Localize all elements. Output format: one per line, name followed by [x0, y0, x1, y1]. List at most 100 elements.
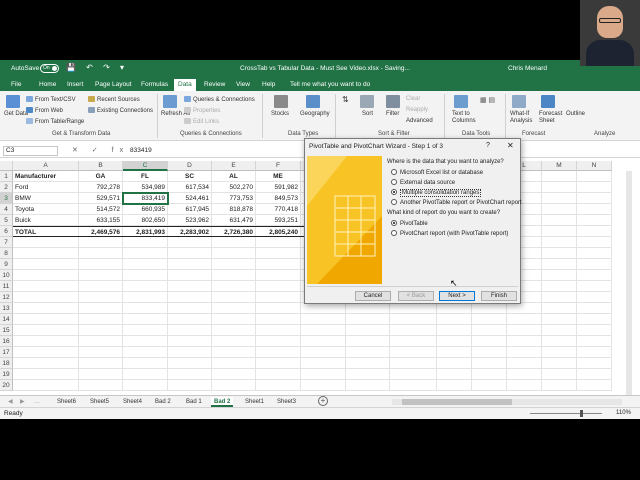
grid-cell[interactable]: [346, 303, 390, 314]
sheet-tab-active[interactable]: Bad 2: [211, 397, 234, 407]
grid-cell[interactable]: [301, 369, 346, 380]
back-button[interactable]: < Back: [398, 291, 434, 301]
grid-cell[interactable]: [256, 347, 301, 358]
grid-cell[interactable]: [577, 325, 612, 336]
grid-cell[interactable]: [390, 380, 437, 391]
text-to-columns-button[interactable]: Text to Columns: [452, 111, 476, 125]
column-header[interactable]: M: [542, 161, 577, 171]
grid-cell[interactable]: [212, 259, 256, 270]
row-header[interactable]: 13: [0, 303, 13, 314]
grid-cell[interactable]: [13, 281, 79, 292]
geography-button[interactable]: Geography: [300, 111, 330, 117]
grid-cell[interactable]: [577, 204, 612, 215]
grid-cell[interactable]: [390, 347, 437, 358]
grid-cell[interactable]: [507, 314, 542, 325]
grid-cell[interactable]: [390, 336, 437, 347]
grid-cell[interactable]: [301, 303, 346, 314]
grid-cell[interactable]: [346, 336, 390, 347]
row-header[interactable]: 4: [0, 204, 13, 215]
clear-button[interactable]: Clear: [406, 96, 420, 102]
grid-cell[interactable]: [301, 347, 346, 358]
grid-cell[interactable]: [168, 336, 212, 347]
grid-cell[interactable]: [577, 380, 612, 391]
edit-links-button[interactable]: Edit Links: [184, 118, 219, 125]
column-header[interactable]: F: [256, 161, 301, 171]
grid-cell[interactable]: [256, 314, 301, 325]
grid-cell[interactable]: [256, 281, 301, 292]
data-cell[interactable]: 593,251: [256, 215, 301, 226]
grid-cell[interactable]: [212, 347, 256, 358]
grid-cell[interactable]: [301, 380, 346, 391]
grid-cell[interactable]: [79, 358, 123, 369]
grid-cell[interactable]: [577, 358, 612, 369]
vertical-scrollbar[interactable]: [626, 171, 632, 395]
grid-cell[interactable]: [507, 369, 542, 380]
option-another-pivot[interactable]: Another PivotTable report or PivotChart …: [391, 199, 522, 206]
grid-cell[interactable]: [13, 347, 79, 358]
grid-cell[interactable]: [79, 248, 123, 259]
grid-cell[interactable]: [437, 358, 472, 369]
more-sheets-icon[interactable]: …: [34, 397, 40, 407]
grid-cell[interactable]: [542, 358, 577, 369]
grid-cell[interactable]: [542, 314, 577, 325]
column-header[interactable]: D: [168, 161, 212, 171]
existing-connections-button[interactable]: Existing Connections: [88, 107, 153, 114]
grid-cell[interactable]: [437, 369, 472, 380]
grid-cell[interactable]: [301, 358, 346, 369]
grid-cell[interactable]: [577, 314, 612, 325]
grid-cell[interactable]: [79, 237, 123, 248]
tab-insert[interactable]: Insert: [67, 81, 83, 88]
grid-cell[interactable]: [212, 380, 256, 391]
scrollbar-thumb[interactable]: [402, 399, 512, 405]
help-button[interactable]: ?: [486, 142, 490, 149]
grid-cell[interactable]: [346, 369, 390, 380]
column-header[interactable]: N: [577, 161, 612, 171]
data-cell[interactable]: 524,461: [168, 193, 212, 204]
data-cell[interactable]: 818,878: [212, 204, 256, 215]
grid-cell[interactable]: [542, 303, 577, 314]
grid-cell[interactable]: [212, 358, 256, 369]
data-cell[interactable]: 660,935: [123, 204, 168, 215]
row-header[interactable]: 14: [0, 314, 13, 325]
grid-cell[interactable]: [212, 314, 256, 325]
tell-me-search[interactable]: Tell me what you want to do: [290, 81, 370, 88]
row-header[interactable]: 17: [0, 347, 13, 358]
grid-cell[interactable]: [79, 336, 123, 347]
grid-cell[interactable]: [168, 259, 212, 270]
next-button[interactable]: Next >: [439, 291, 475, 301]
grid-cell[interactable]: [346, 325, 390, 336]
grid-cell[interactable]: [123, 270, 168, 281]
grid-cell[interactable]: [123, 314, 168, 325]
grid-cell[interactable]: [472, 358, 507, 369]
grid-cell[interactable]: [168, 347, 212, 358]
grid-cell[interactable]: [123, 347, 168, 358]
grid-cell[interactable]: [301, 325, 346, 336]
data-cell[interactable]: 617,534: [168, 182, 212, 193]
row-header[interactable]: 1: [0, 171, 13, 182]
grid-cell[interactable]: [346, 314, 390, 325]
row-header[interactable]: 11: [0, 281, 13, 292]
column-header[interactable]: B: [79, 161, 123, 171]
header-cell[interactable]: AL: [212, 171, 256, 182]
tab-file[interactable]: File: [11, 81, 21, 88]
grid-cell[interactable]: [168, 292, 212, 303]
cancel-button[interactable]: Cancel: [355, 291, 391, 301]
grid-cell[interactable]: [168, 358, 212, 369]
reapply-button[interactable]: Reapply: [406, 107, 428, 113]
grid-cell[interactable]: [79, 281, 123, 292]
properties-button[interactable]: Properties: [184, 107, 220, 114]
data-cell[interactable]: 523,962: [168, 215, 212, 226]
quick-access-toolbar[interactable]: 💾 ↶ ↷ ▾: [66, 63, 128, 72]
grid-cell[interactable]: [577, 215, 612, 226]
data-cell[interactable]: Ford: [13, 182, 79, 193]
grid-cell[interactable]: [507, 347, 542, 358]
row-header[interactable]: 19: [0, 369, 13, 380]
grid-cell[interactable]: [542, 380, 577, 391]
grid-cell[interactable]: [256, 303, 301, 314]
grid-cell[interactable]: [542, 193, 577, 204]
grid-cell[interactable]: [168, 248, 212, 259]
sheet-tab[interactable]: Sheet3: [277, 397, 296, 407]
grid-cell[interactable]: [507, 358, 542, 369]
advanced-button[interactable]: Advanced: [406, 118, 433, 124]
grid-cell[interactable]: [123, 325, 168, 336]
